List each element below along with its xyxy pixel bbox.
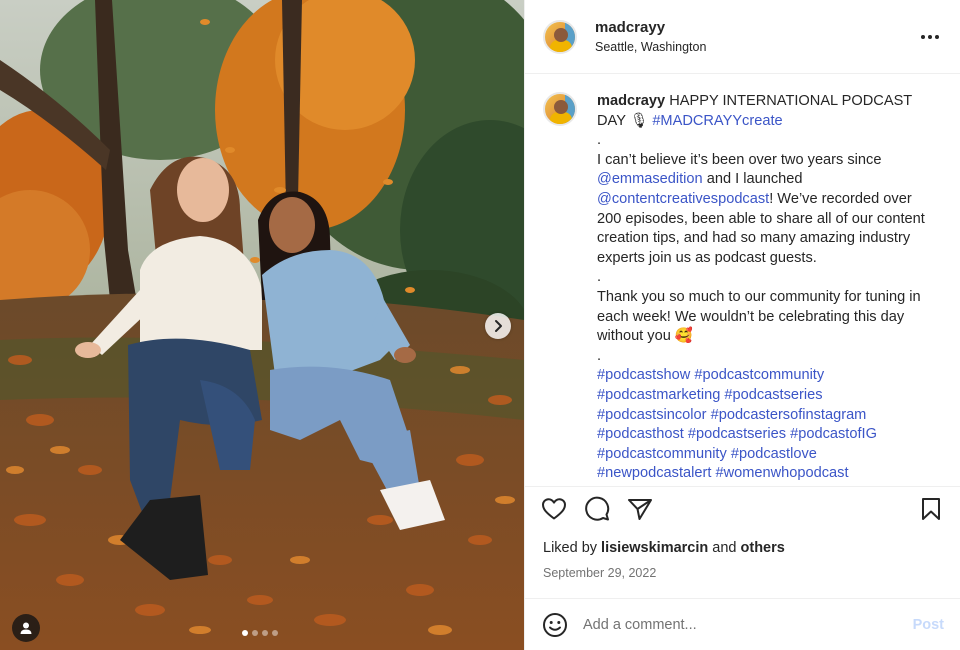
hashtag-link[interactable]: #MADCRAYYcreate — [652, 113, 782, 129]
hashtag-link[interactable]: #podcastmarketing — [597, 387, 720, 403]
chevron-right-icon — [495, 320, 502, 332]
hashtag-link[interactable]: #podcasthost — [597, 426, 684, 442]
share-icon — [628, 498, 652, 520]
instagram-post: madcrayy Seattle, Washington madcrayy HA… — [0, 0, 960, 650]
photo-two-women-autumn-leaves — [0, 0, 524, 650]
comment-composer: Post — [525, 598, 960, 650]
likes-prefix: Liked by — [543, 540, 598, 556]
hashtag-link[interactable]: #womenwhopodcast — [715, 465, 848, 481]
comment-input[interactable] — [583, 616, 913, 633]
username-link[interactable]: madcrayy — [595, 19, 918, 36]
share-button[interactable] — [625, 494, 655, 524]
post-header-text: madcrayy Seattle, Washington — [595, 19, 918, 54]
comment-button[interactable] — [582, 494, 612, 524]
more-options-button[interactable] — [918, 25, 942, 49]
mention-link[interactable]: @emmasedition — [597, 171, 703, 187]
heart-icon — [542, 497, 566, 519]
hashtag-link[interactable]: #podcastofIG — [790, 426, 877, 442]
hashtag-link[interactable]: #podcastseries — [724, 387, 822, 403]
carousel-dot — [262, 630, 268, 636]
hashtag-link[interactable]: #podcastseries — [688, 426, 786, 442]
caption-line: I can’t believe it’s been over two years… — [597, 151, 882, 168]
liked-by-user-link[interactable]: lisiewskimarcin — [601, 540, 708, 556]
caption-text: madcrayy HAPPY INTERNATIONAL PODCAST DAY… — [597, 92, 937, 484]
caption-separator: . — [597, 132, 602, 149]
carousel-indicator — [242, 630, 278, 636]
carousel-next-button[interactable] — [485, 313, 511, 339]
mention-link[interactable]: @contentcreativespodcast — [597, 191, 769, 207]
post-actions — [525, 486, 960, 530]
hashtag-link[interactable]: #podcastersofinstagram — [711, 407, 867, 423]
likes-others-link[interactable]: others — [741, 540, 785, 556]
post-side-panel: madcrayy Seattle, Washington madcrayy HA… — [524, 0, 960, 650]
hashtag-link[interactable]: #podcastcommunity — [694, 367, 824, 383]
carousel-dot — [252, 630, 258, 636]
save-button[interactable] — [916, 494, 946, 524]
emoji-button[interactable] — [541, 611, 569, 639]
comments-area[interactable]: madcrayy HAPPY INTERNATIONAL PODCAST DAY… — [525, 74, 960, 486]
avatar[interactable] — [543, 19, 577, 54]
post-photo[interactable] — [0, 0, 524, 650]
tagged-users-button[interactable] — [12, 614, 40, 642]
caption-separator: . — [597, 347, 602, 364]
caption-separator: . — [597, 269, 602, 286]
hashtag-link[interactable]: #podcastsincolor — [597, 407, 707, 423]
post-date[interactable]: September 29, 2022 — [525, 562, 960, 598]
comment-icon — [585, 496, 610, 521]
avatar[interactable] — [543, 92, 577, 126]
more-options-icon — [921, 34, 939, 39]
likes-conjunction: and — [712, 540, 737, 556]
bookmark-icon — [922, 497, 940, 520]
hashtag-link[interactable]: #podcastlove — [731, 446, 817, 462]
post-comment-button[interactable]: Post — [913, 617, 944, 633]
hashtag-link[interactable]: #podcastshow — [597, 367, 690, 383]
hashtag-link[interactable]: #newpodcastalert — [597, 465, 711, 481]
hashtag-link[interactable]: #podcastcommunity — [597, 446, 727, 462]
post-header: madcrayy Seattle, Washington — [525, 0, 960, 74]
caption-line: Thank you so much to our community for t… — [597, 288, 921, 345]
emoji-icon — [543, 612, 567, 637]
carousel-dot — [272, 630, 278, 636]
carousel-dot — [242, 630, 248, 636]
likes-summary: Liked by lisiewskimarcin and others — [525, 530, 960, 562]
user-tag-icon — [20, 622, 32, 634]
like-button[interactable] — [539, 494, 569, 524]
caption-line: and I launched — [706, 171, 803, 188]
location-link[interactable]: Seattle, Washington — [595, 40, 918, 54]
caption: madcrayy HAPPY INTERNATIONAL PODCAST DAY… — [543, 92, 942, 484]
caption-username[interactable]: madcrayy — [597, 93, 665, 109]
